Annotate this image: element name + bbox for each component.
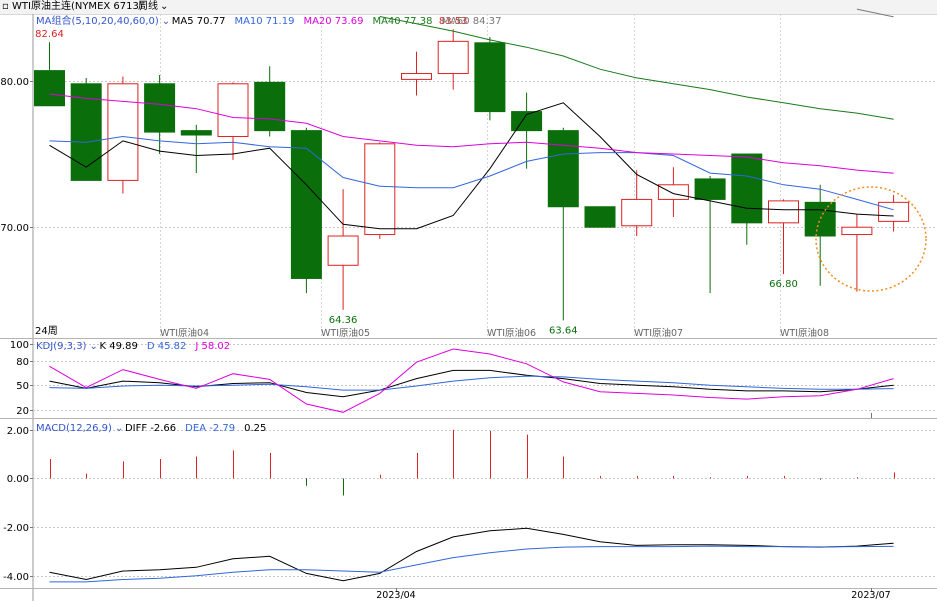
- candle: [804, 201, 836, 237]
- ma-legend-group: MA组合(5,10,20,40,60,0): [36, 14, 159, 27]
- candle: [217, 83, 249, 137]
- ma-legend-item: MA40 77.38: [372, 16, 432, 27]
- y-tick-label: 2.00: [7, 426, 29, 437]
- candle: [107, 83, 139, 181]
- kdj-legend-item: D 45.82: [147, 341, 187, 352]
- candle: [180, 130, 212, 136]
- y-tick-label: -2.00: [3, 523, 29, 534]
- macd-legend-item: DIFF -2.66: [125, 423, 176, 434]
- candle: [144, 83, 176, 133]
- kdj-legend-group: KDJ(9,3,3): [36, 341, 87, 352]
- chevron-down-icon: ⌄: [115, 423, 123, 434]
- ma-legend-item: MA5 70.77: [172, 16, 226, 27]
- ma-legend-item: MA20 73.69: [303, 16, 363, 27]
- y-tick-label: 80: [16, 357, 29, 368]
- ma10-line: [49, 135, 894, 211]
- candle: [878, 201, 910, 222]
- contract-label: WTI原油07: [634, 327, 683, 339]
- candle: [694, 178, 726, 200]
- candle: [401, 73, 432, 80]
- candle: [327, 235, 359, 266]
- contract-label: WTI原油08: [780, 327, 829, 339]
- macd-diff-line: [49, 527, 894, 582]
- candle: [34, 70, 65, 107]
- candle: [547, 130, 579, 208]
- ma5-line: [49, 102, 894, 230]
- kdj-legend-item: J 58.02: [194, 341, 230, 352]
- candle: [621, 198, 653, 227]
- candle: [584, 206, 616, 228]
- date-label: 2023/04: [376, 590, 415, 601]
- y-tick-label: 100: [10, 340, 29, 351]
- period-marker: 24周: [35, 325, 58, 337]
- candle: [657, 184, 689, 200]
- high-annotation: 82.64: [35, 29, 64, 40]
- candle: [841, 226, 873, 236]
- ma-legend-item: MA60 84.37: [441, 16, 501, 27]
- macd-legend-item: 0.25: [244, 423, 266, 434]
- contract-label: WTI原油04: [160, 327, 209, 339]
- y-tick-label: -4.00: [3, 572, 29, 583]
- low-annotation: 66.80: [769, 279, 798, 290]
- chart-window: ▫ WTI原油主连(NYMEX 6713) 周线 ⌄ 70.00 80.00 20 5…: [0, 0, 937, 601]
- macd-legend-item: DEA -2.79: [185, 423, 235, 434]
- low-annotation: 63.64: [549, 325, 578, 336]
- chevron-down-icon: ⌄: [162, 16, 170, 27]
- contract-label: WTI原油05: [321, 327, 370, 339]
- date-label: 2023/07: [851, 590, 890, 601]
- ma-legend-item: MA10 71.19: [234, 16, 294, 27]
- y-tick-label: 50: [16, 381, 29, 392]
- kdj-j-line: [49, 348, 894, 413]
- kdj-legend-item: K 49.89: [99, 341, 137, 352]
- kline-chart[interactable]: 70.00 80.00 20 50 80 100 -4.00 -2.00 0.00 2.00 82.…: [0, 0, 937, 601]
- candle: [290, 130, 322, 279]
- candle: [254, 81, 286, 132]
- y-tick-label: 70.00: [0, 223, 29, 234]
- low-annotation: 64.36: [329, 315, 358, 326]
- contract-label: WTI原油06: [487, 327, 536, 339]
- candle: [474, 42, 506, 113]
- chevron-down-icon: ⌄: [89, 341, 97, 352]
- candle: [437, 40, 469, 75]
- macd-legend-group: MACD(12,26,9): [36, 423, 112, 434]
- candle: [731, 153, 763, 224]
- y-tick-label: 80.00: [0, 77, 29, 88]
- y-tick-label: 20: [16, 406, 29, 417]
- y-tick-label: 0.00: [7, 474, 29, 485]
- ma20-line: [49, 93, 894, 174]
- candle: [364, 143, 396, 236]
- candle: [768, 200, 799, 224]
- ma60-line: [856, 8, 894, 18]
